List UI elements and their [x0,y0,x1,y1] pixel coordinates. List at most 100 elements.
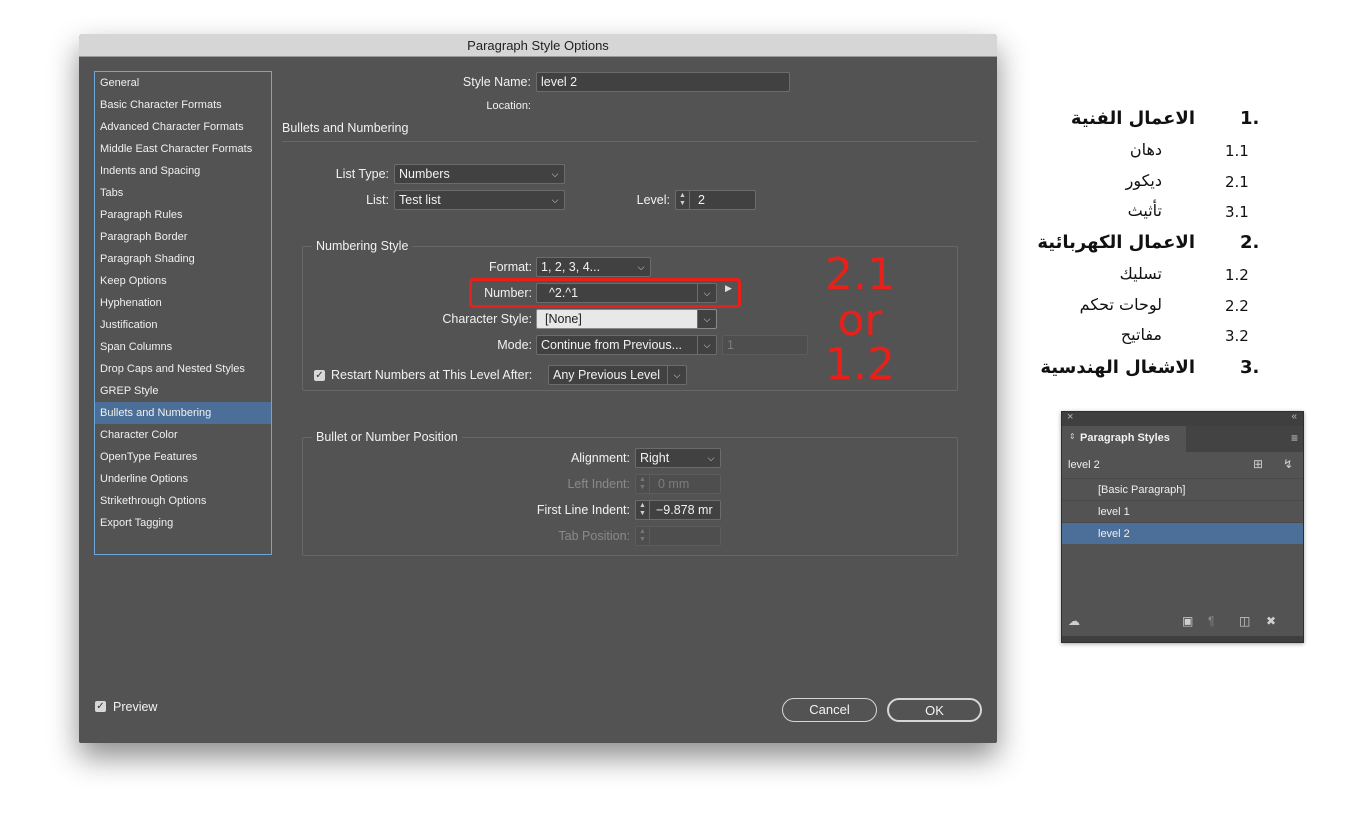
chevron-down-icon: ⌵ [551,169,559,179]
restart-level-value: Any Previous Level [553,368,661,382]
list-type-label: List Type: [335,167,389,181]
annotation-line-2: or [837,295,883,346]
mode-select[interactable]: Continue from Previous... ⌵ [536,335,717,355]
cancel-button[interactable]: Cancel [782,698,877,722]
list-item-number: 3.2 [1225,327,1249,345]
level-value: 2 [698,193,705,207]
new-style-icon[interactable]: ◫ [1239,614,1250,628]
category-item[interactable]: Middle East Character Formats [95,138,271,160]
position-group [302,437,958,556]
list-select[interactable]: Test list ⌵ [394,190,565,210]
category-item[interactable]: Span Columns [95,336,271,358]
preview-label: Preview [113,700,158,714]
chevron-down-icon: ⌵ [551,195,559,205]
annotation-line-1: 2.1 [825,249,895,300]
category-item[interactable]: Justification [95,314,271,336]
category-item[interactable]: Basic Character Formats [95,94,271,116]
location-label: Location: [486,100,531,112]
level-stepper[interactable]: ▲ ▼ 2 [675,190,756,210]
restart-level-select[interactable]: Any Previous Level ⌵ [548,365,687,385]
list-label: List: [366,193,389,207]
paragraph-style-item[interactable]: level 2 [1062,522,1303,544]
paragraph-style-item[interactable]: [Basic Paragraph] [1062,478,1303,500]
lightning-icon[interactable]: ↯ [1283,457,1293,471]
category-item[interactable]: Keep Options [95,270,271,292]
first-line-indent-input[interactable]: ▲ ▼ −9.878 mr [635,500,721,520]
left-indent-value: 0 mm [658,477,690,491]
category-item[interactable]: Character Color [95,424,271,446]
tab-position-label: Tab Position: [558,529,630,543]
list-item-text: الاشغال الهندسية [1040,357,1195,378]
paragraph-styles-panel: × « ⇕ Paragraph Styles ≡ level 2 ⊞ ↯ [Ba… [1061,411,1304,643]
list-value: Test list [399,193,441,207]
stepper-arrows-icon[interactable]: ▲ ▼ [636,501,650,519]
category-item[interactable]: OpenType Features [95,446,271,468]
character-style-select[interactable]: [None] ⌵ [536,309,717,329]
category-item[interactable]: GREP Style [95,380,271,402]
number-highlight-box [469,278,741,308]
category-item[interactable]: Export Tagging [95,512,271,534]
category-item[interactable]: Paragraph Border [95,226,271,248]
preview-checkbox[interactable]: ✓ [95,701,106,712]
style-name-label: Style Name: [462,75,531,89]
left-indent-input[interactable]: ▲ ▼ 0 mm [635,474,721,494]
list-item-text: الاعمال الكهربائية [1037,232,1195,253]
category-item[interactable]: General [95,72,271,94]
alignment-label: Alignment: [570,451,630,465]
category-item[interactable]: Hyphenation [95,292,271,314]
category-item[interactable]: Indents and Spacing [95,160,271,182]
list-item-number: 1.1 [1225,142,1249,160]
dialog-title: Paragraph Style Options [467,38,609,53]
close-icon[interactable]: × [1067,411,1073,423]
mode-value: Continue from Previous... [541,338,683,352]
panel-menu-icon[interactable]: ≡ [1291,431,1298,445]
category-item[interactable]: Paragraph Shading [95,248,271,270]
category-item[interactable]: Drop Caps and Nested Styles [95,358,271,380]
alignment-select[interactable]: Right ⌵ [635,448,721,468]
list-type-value: Numbers [399,167,450,181]
category-item[interactable]: Paragraph Rules [95,204,271,226]
cloud-library-icon[interactable]: ☁ [1068,614,1080,628]
category-list: General Basic Character Formats Advanced C… [94,71,272,555]
mode-start-input[interactable]: 1 [722,335,808,355]
restart-numbers-checkbox[interactable]: ✓ [314,370,325,381]
category-item[interactable]: Bullets and Numbering [95,402,271,424]
paragraph-style-item[interactable]: level 1 [1062,500,1303,522]
chevron-down-icon: ⌵ [707,453,715,463]
list-item-text: دهان [1129,140,1162,159]
format-select[interactable]: 1, 2, 3, 4... ⌵ [536,257,651,277]
tab-position-input[interactable]: ▲ ▼ [635,526,721,546]
category-item[interactable]: Advanced Character Formats [95,116,271,138]
category-item[interactable]: Tabs [95,182,271,204]
new-style-group-icon[interactable]: ⊞ [1253,457,1263,471]
trash-icon[interactable]: ✖ [1266,614,1276,628]
stepper-arrows-icon: ▲ ▼ [636,475,650,493]
list-item-text: تأثيث [1127,201,1162,220]
category-item[interactable]: Underline Options [95,468,271,490]
category-item[interactable]: Strikethrough Options [95,490,271,512]
left-indent-label: Left Indent: [567,477,630,491]
format-label: Format: [488,260,532,274]
character-style-label: Character Style: [442,312,532,326]
list-item-number: 2.1 [1225,173,1249,191]
collapse-icon[interactable]: « [1291,411,1297,422]
chevron-down-icon: ⌵ [667,366,686,384]
clear-overrides-icon[interactable]: ¶ [1208,614,1214,628]
stepper-arrows-icon[interactable]: ▲ ▼ [676,191,690,209]
list-type-select[interactable]: Numbers ⌵ [394,164,565,184]
panel-resize-bar[interactable] [1062,636,1303,642]
character-style-value: [None] [545,312,582,326]
style-name-input[interactable]: level 2 [536,72,790,92]
ok-button[interactable]: OK [887,698,982,722]
list-item-number: 1. [1240,108,1260,129]
list-item-number: 2. [1240,232,1260,253]
list-item-number: 2.2 [1225,297,1249,315]
panel-tab-bar: ≡ [1186,426,1303,452]
dialog-titlebar: Paragraph Style Options [79,34,997,57]
first-line-indent-label: First Line Indent: [536,503,630,517]
list-item-text: مفاتيح [1120,325,1162,344]
panel-tab[interactable]: ⇕ Paragraph Styles [1062,426,1186,452]
folder-icon[interactable]: ▣ [1182,614,1193,628]
list-item-text: ديكور [1125,171,1162,190]
chevron-down-icon: ⌵ [697,310,716,328]
